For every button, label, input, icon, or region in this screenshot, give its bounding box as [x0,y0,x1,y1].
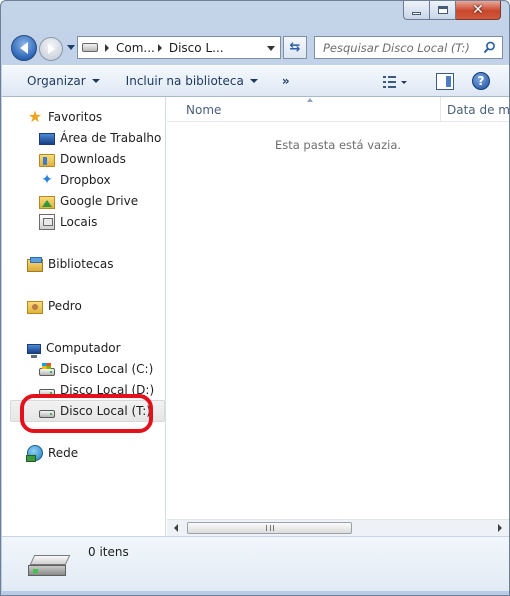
command-bar: Organizar Incluir na biblioteca » ? [2,65,509,97]
large-drive-icon [26,555,72,579]
navigation-bar: Com... Disco L... ⇆ Pesquisar Disco Loca… [1,31,510,65]
chevron-down-icon [249,79,258,83]
details-pane: 0 itens [2,536,509,591]
help-button[interactable]: ? [472,72,490,90]
computer-icon [27,344,41,358]
google-drive-icon [39,195,55,209]
sidebar-item-drive-c[interactable]: Disco Local (C:) [39,359,153,379]
dropbox-icon: ✦ [41,172,53,188]
sidebar-item-recent-places[interactable]: Locais [39,212,97,232]
maximize-icon [437,6,448,14]
refresh-icon: ⇆ [289,40,301,55]
sidebar-item-label: Bibliotecas [48,257,114,271]
close-button[interactable]: ✕ [456,1,501,20]
sidebar-item-downloads[interactable]: Downloads [39,149,126,169]
sidebar-item-desktop[interactable]: Área de Trabalho [39,128,161,148]
sidebar-item-label: Pedro [48,299,82,313]
sidebar-item-label: Downloads [60,152,126,166]
main-area: ★ Favoritos Área de Trabalho Downloads ✦… [2,97,509,536]
column-date-modified[interactable]: Data de m [447,103,509,117]
star-icon: ★ [27,107,43,126]
include-library-label: Incluir na biblioteca [125,74,244,88]
sidebar-item-label: Rede [48,446,79,460]
sort-arrow-icon [307,98,313,102]
downloads-folder-icon [39,153,55,167]
search-placeholder: Pesquisar Disco Local (T:) [323,40,470,55]
grip-icon [266,525,274,531]
column-header: Nome Data de m [167,97,509,122]
caption-buttons: ✕ [403,1,501,20]
forward-arrow-icon [47,44,55,54]
sidebar-item-user[interactable]: Pedro [27,296,82,316]
scrollbar-thumb[interactable] [187,522,352,534]
address-bar[interactable]: Com... Disco L... [77,36,281,59]
refresh-button[interactable]: ⇆ [283,36,307,59]
libraries-icon [27,256,43,272]
forward-button[interactable] [39,37,63,61]
back-arrow-icon [20,42,28,54]
item-count: 0 itens [88,545,129,559]
network-icon [26,445,43,462]
sidebar-item-label: Área de Trabalho [60,131,162,145]
user-folder-icon [27,300,43,314]
address-history-dropdown-icon[interactable] [267,46,275,51]
desktop-icon [39,133,55,145]
chevron-down-icon [91,79,100,83]
horizontal-scrollbar[interactable] [167,519,509,536]
annotation-highlight-ring [20,394,153,433]
search-input[interactable]: Pesquisar Disco Local (T:) [314,36,503,59]
sidebar-item-label: Favoritos [48,110,103,124]
sidebar-item-dropbox[interactable]: ✦ Dropbox [39,170,111,190]
organize-menu[interactable]: Organizar [21,69,106,93]
system-drive-icon [39,362,55,376]
sidebar-item-label: Dropbox [60,173,111,187]
maximize-button[interactable] [430,1,456,20]
view-list-icon [383,76,407,88]
more-commands-button[interactable]: » [276,69,296,93]
explorer-window: ✕ Com... Disco L... ⇆ Pesquisar Disco Lo… [0,0,510,596]
sidebar-item-label: Locais [60,215,98,229]
include-library-menu[interactable]: Incluir na biblioteca [120,69,264,93]
sidebar-item-computer[interactable]: Computador [27,338,121,358]
column-name[interactable]: Nome [186,103,221,117]
breadcrumb-drive[interactable]: Disco L... [169,41,224,55]
scroll-right-icon[interactable] [498,524,502,532]
sidebar-item-network[interactable]: Rede [26,443,79,463]
minimize-button[interactable] [403,1,430,20]
column-divider[interactable] [440,97,441,121]
sidebar-item-favorites[interactable]: ★ Favoritos [27,107,102,127]
chevron-right-icon[interactable] [105,43,109,52]
preview-pane-button[interactable] [436,73,454,90]
recent-places-icon [39,214,55,230]
sidebar-item-libraries[interactable]: Bibliotecas [27,254,113,274]
back-button[interactable] [11,35,37,61]
organize-label: Organizar [27,74,86,88]
breadcrumb-computer[interactable]: Com... [116,41,155,55]
sidebar-item-label: Computador [46,341,121,355]
sidebar-item-google-drive[interactable]: Google Drive [39,191,138,211]
file-list-pane[interactable]: Nome Data de m Esta pasta está vazia. [167,97,509,536]
change-view-button[interactable] [382,73,410,91]
sidebar-item-label: Google Drive [60,194,139,208]
chevron-right-icon[interactable] [157,43,162,52]
search-icon[interactable] [483,41,496,54]
recent-pages-dropdown[interactable] [67,45,75,50]
navigation-pane[interactable]: ★ Favoritos Área de Trabalho Downloads ✦… [2,97,166,536]
drive-icon [82,43,98,52]
empty-folder-message: Esta pasta está vazia. [274,138,402,152]
scroll-left-icon[interactable] [174,524,178,532]
close-icon: ✕ [472,2,484,18]
sidebar-item-label: Disco Local (C:) [60,362,154,376]
minimize-icon [412,11,421,15]
